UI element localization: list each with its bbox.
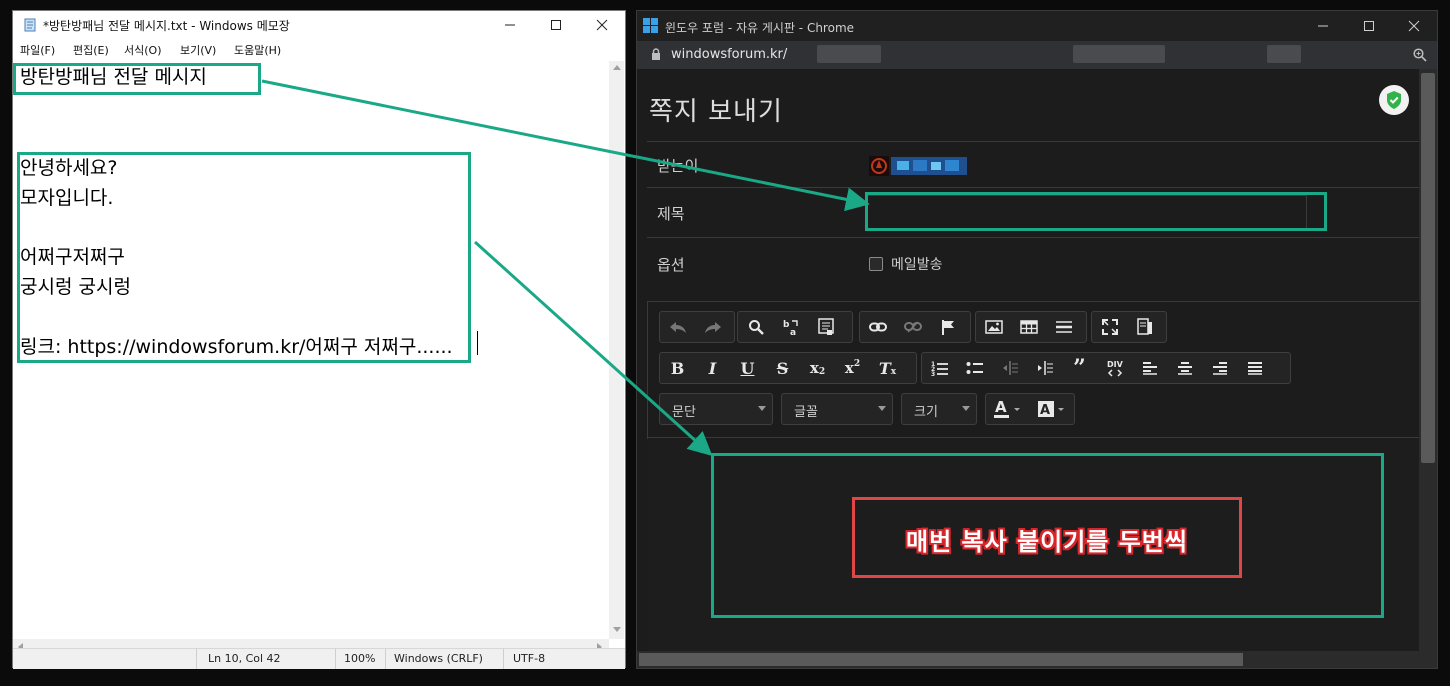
annotation-note-text: 매번 복사 붙이기를 두번씩 — [906, 528, 1188, 556]
annotation-arrows — [261, 79, 870, 457]
arrow-body-to-editor — [473, 240, 713, 457]
annotation-note-box: 매번 복사 붙이기를 두번씩 — [852, 497, 1242, 578]
arrow-title-to-subject — [261, 79, 870, 212]
